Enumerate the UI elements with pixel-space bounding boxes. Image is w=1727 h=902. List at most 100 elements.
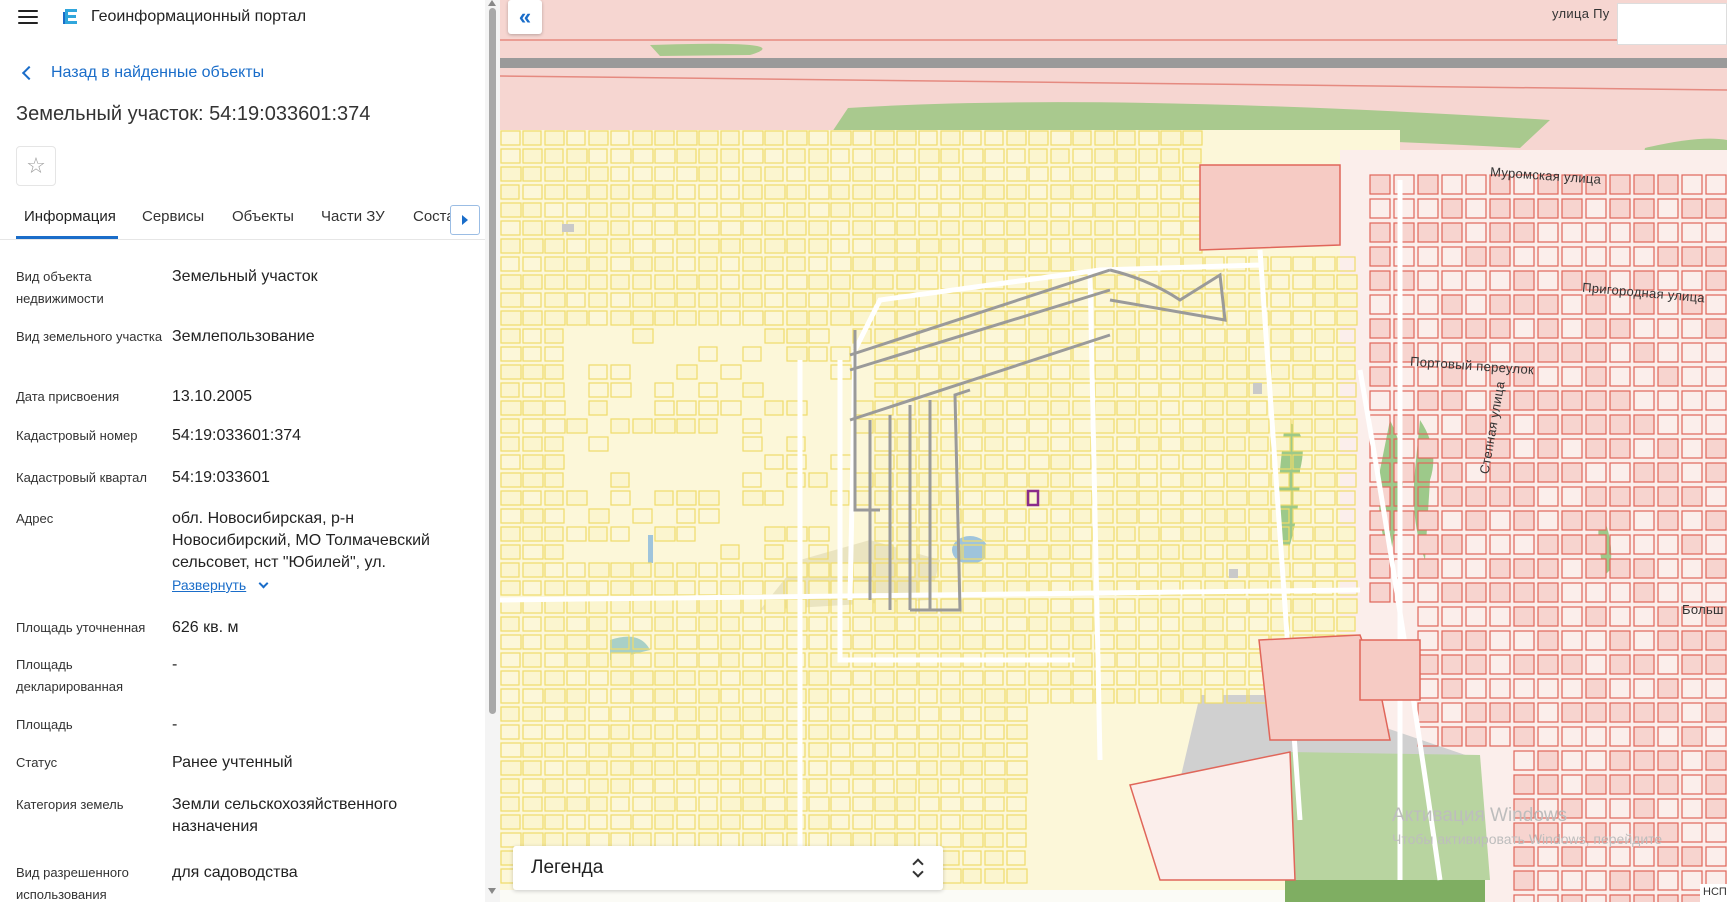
parcel <box>1369 366 1391 387</box>
parcel <box>940 724 961 740</box>
tab-composition[interactable]: Соста <box>413 208 455 225</box>
parcel <box>1657 366 1679 387</box>
parcel <box>852 598 874 614</box>
parcel <box>1609 510 1631 531</box>
expand-collapse-icon[interactable] <box>911 857 925 879</box>
address-text: обл. Новосибирская, р-н Новосибирский, М… <box>172 510 430 571</box>
parcel <box>896 166 917 182</box>
parcel <box>896 130 917 146</box>
parcel <box>676 274 698 290</box>
parcel <box>1441 678 1463 699</box>
parcel <box>1513 390 1535 411</box>
parcel <box>1204 598 1225 614</box>
parcel <box>1094 202 1115 218</box>
parcel <box>896 742 916 758</box>
tabs-scroll-right-button[interactable] <box>450 205 480 235</box>
parcel <box>522 220 543 236</box>
parcel <box>1441 630 1463 651</box>
parcel <box>566 256 588 272</box>
parcel <box>1609 630 1631 651</box>
parcel <box>698 760 719 776</box>
parcel <box>1094 148 1116 164</box>
parcel <box>588 400 608 416</box>
parcel <box>984 436 1004 452</box>
parcel <box>566 652 588 668</box>
parcel <box>1561 270 1583 291</box>
parcel <box>940 634 961 650</box>
tab-parcel-parts[interactable]: Части ЗУ <box>321 208 385 225</box>
tab-services[interactable]: Сервисы <box>142 208 204 225</box>
tab-information[interactable]: Информация <box>24 208 116 225</box>
parcel <box>1513 486 1535 507</box>
parcel <box>1633 870 1655 891</box>
parcel <box>610 472 630 488</box>
parcel <box>896 364 918 380</box>
parcel <box>852 202 873 218</box>
parcel <box>1585 366 1607 387</box>
parcel <box>786 796 808 812</box>
parcel <box>720 580 741 596</box>
parcel <box>720 130 740 146</box>
legend-panel[interactable]: Легенда <box>513 846 943 890</box>
parcel <box>1094 310 1115 326</box>
parcel <box>698 238 720 254</box>
parcel <box>632 274 652 290</box>
hamburger-menu-icon[interactable] <box>18 8 40 26</box>
parcel <box>1561 414 1583 435</box>
parcel <box>1050 382 1071 398</box>
parcel <box>1705 510 1727 531</box>
parcel <box>808 670 829 686</box>
parcel <box>1116 166 1137 182</box>
parcel <box>544 472 564 488</box>
cadastral-number-value: 54:19:033601:374 <box>172 427 302 444</box>
parcel <box>1204 562 1224 578</box>
property-label: Вид объекта недвижимости <box>16 269 104 306</box>
parcel <box>1537 654 1559 675</box>
parcel <box>654 724 674 740</box>
scroll-down-arrow-icon[interactable] <box>488 888 496 894</box>
back-to-results-link[interactable]: Назад в найденные объекты <box>20 62 264 84</box>
parcel <box>1248 490 1269 506</box>
parcel <box>544 616 565 632</box>
cadastral-map[interactable]: « Муромская улица Пригородная улица Порт… <box>500 0 1727 902</box>
parcel <box>1585 414 1607 435</box>
parcel <box>1226 670 1246 686</box>
parcel <box>1182 148 1202 164</box>
parcel <box>764 400 784 416</box>
parcel <box>698 598 718 614</box>
map-canvas[interactable] <box>500 0 1727 902</box>
parcel <box>830 706 850 722</box>
parcel <box>1336 292 1358 308</box>
property-label: Адрес <box>16 511 54 526</box>
panel-scrollbar[interactable] <box>485 0 500 902</box>
parcel <box>830 274 851 290</box>
parcel <box>588 778 609 794</box>
parcel <box>522 148 543 164</box>
parcel <box>1657 630 1679 651</box>
parcel <box>610 652 632 668</box>
scroll-up-arrow-icon[interactable] <box>488 0 496 6</box>
parcel <box>1657 750 1679 771</box>
parcel <box>786 670 808 686</box>
parcel <box>698 274 718 290</box>
parcel <box>1585 774 1607 795</box>
parcel <box>896 382 916 398</box>
parcel <box>1116 310 1136 326</box>
favorite-button[interactable]: ☆ <box>16 146 56 186</box>
collapse-panel-button[interactable]: « <box>508 0 542 34</box>
parcel <box>896 256 918 272</box>
parcel <box>962 220 983 236</box>
scroll-thumb[interactable] <box>489 8 496 714</box>
parcel <box>1116 148 1137 164</box>
expand-address-link[interactable]: Развернуть <box>172 574 269 596</box>
parcel <box>720 616 740 632</box>
parcel <box>544 796 566 812</box>
parcel <box>654 274 675 290</box>
tab-objects[interactable]: Объекты <box>232 208 294 225</box>
parcel <box>1609 702 1631 723</box>
parcel <box>918 814 938 830</box>
parcel <box>808 148 829 164</box>
map-search-box[interactable] <box>1617 3 1727 45</box>
parcel <box>698 490 720 506</box>
legend-label: Легенда <box>531 857 604 878</box>
